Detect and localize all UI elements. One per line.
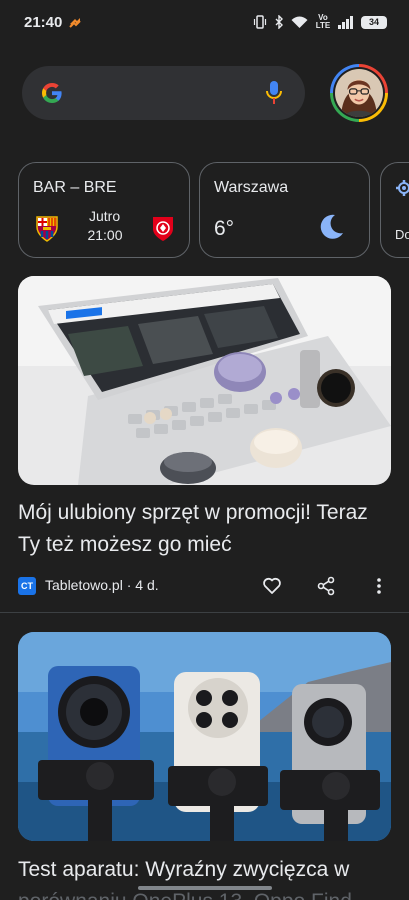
match-title: BAR – BRE [33,179,117,196]
battery-icon: 34 [361,15,387,29]
settings-card-text: Do [395,227,409,242]
google-g-icon [42,83,62,103]
stade-brestois-crest-icon [153,217,173,241]
article-title-line: Test aparatu: Wyraźny zwycięzca w [18,858,350,881]
divider [0,612,409,613]
weather-city: Warszawa [214,179,289,196]
search-bar[interactable] [22,66,305,120]
tablet-gadgets-photo [18,276,391,485]
status-time: 21:40 [24,14,63,31]
avatar [335,69,383,117]
source-logo-icon: CT [18,577,36,595]
moon-icon [320,214,343,239]
fc-barcelona-crest-icon [36,216,58,242]
match-time: 21:00 [87,227,123,243]
bluetooth-icon [275,15,283,29]
status-bar: 21:40 Vo LTE 34 [0,0,409,46]
source-name: Tabletowo.pl · 4 d. [45,577,159,593]
article-title-line-faded: porównaniu OnePlus 13, Oppo Find [18,890,352,900]
weather-temperature: 6° [214,217,235,240]
article-source-row: CT Tabletowo.pl · 4 d. [18,575,391,597]
network-type-label: Vo LTE [315,13,331,30]
signal-icon [338,15,353,29]
match-card[interactable]: BAR – BRE Jutro 21:00 [18,162,190,258]
vibrate-icon [253,15,267,29]
status-icons: Vo LTE 34 [253,14,387,30]
article-image[interactable] [18,276,391,485]
wifi-icon [291,16,308,28]
share-icon[interactable] [316,576,336,596]
more-vert-icon[interactable] [372,576,386,596]
gear-icon [396,180,409,196]
mic-icon[interactable] [265,80,283,106]
weather-card[interactable]: Warszawa 6° [199,162,370,258]
smartphones-camera-photo [18,632,391,841]
home-indicator[interactable] [138,886,272,890]
profile-avatar-button[interactable] [330,64,388,122]
article-title[interactable]: Mój ulubiony sprzęt w promocji! Teraz Ty… [18,497,394,561]
article-title[interactable]: Test aparatu: Wyraźny zwycięzca w porówn… [18,854,394,900]
cards-row: BAR – BRE Jutro 21:00 Warszawa 6° Do [18,162,409,258]
notification-app-icon [69,18,81,28]
article-image[interactable] [18,632,391,841]
match-day: Jutro [89,208,121,224]
heart-icon[interactable] [262,576,282,596]
settings-card[interactable]: Do [380,162,409,258]
